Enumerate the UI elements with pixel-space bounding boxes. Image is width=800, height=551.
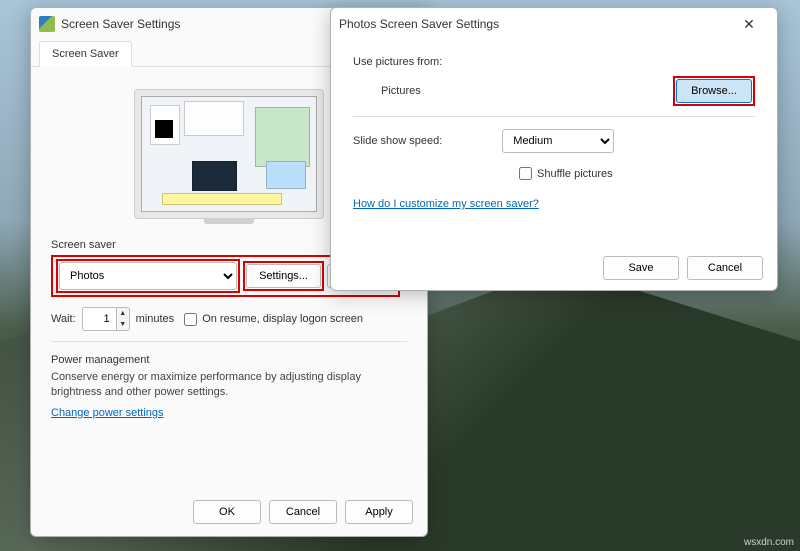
power-management-desc: Conserve energy or maximize performance … — [51, 370, 407, 401]
app-icon — [39, 16, 55, 32]
wait-spinner[interactable]: ▲ ▼ — [82, 307, 130, 331]
power-management-label: Power management — [51, 354, 407, 366]
change-power-settings-link[interactable]: Change power settings — [51, 407, 164, 419]
use-pictures-label: Use pictures from: — [353, 56, 755, 68]
shuffle-checkbox[interactable]: Shuffle pictures — [519, 167, 613, 180]
titlebar: Photos Screen Saver Settings ✕ — [331, 8, 777, 40]
customize-help-link[interactable]: How do I customize my screen saver? — [353, 198, 539, 210]
spin-down-icon[interactable]: ▼ — [117, 319, 129, 330]
window-title: Screen Saver Settings — [61, 17, 180, 31]
slideshow-speed-select[interactable]: Medium — [502, 129, 614, 153]
on-resume-checkbox[interactable]: On resume, display logon screen — [184, 313, 363, 326]
settings-button[interactable]: Settings... — [246, 264, 321, 288]
screensaver-select[interactable]: Photos — [59, 262, 237, 290]
tab-screen-saver[interactable]: Screen Saver — [39, 41, 132, 67]
save-button[interactable]: Save — [603, 256, 679, 280]
apply-button[interactable]: Apply — [345, 500, 413, 524]
wait-unit: minutes — [136, 313, 175, 325]
pictures-folder: Pictures — [353, 85, 421, 97]
watermark: wsxdn.com — [744, 537, 794, 548]
close-icon: ✕ — [743, 16, 755, 33]
ok-button[interactable]: OK — [193, 500, 261, 524]
photos-screensaver-settings-window: Photos Screen Saver Settings ✕ Use pictu… — [330, 7, 778, 291]
cancel-button[interactable]: Cancel — [687, 256, 763, 280]
spin-up-icon[interactable]: ▲ — [117, 308, 129, 319]
cancel-button[interactable]: Cancel — [269, 500, 337, 524]
slideshow-speed-label: Slide show speed: — [353, 135, 442, 147]
wait-input[interactable] — [82, 307, 116, 331]
browse-button[interactable]: Browse... — [676, 79, 752, 103]
wait-label: Wait: — [51, 313, 76, 325]
close-button[interactable]: ✕ — [729, 10, 769, 38]
monitor-icon — [134, 89, 324, 219]
window-title: Photos Screen Saver Settings — [339, 17, 499, 31]
